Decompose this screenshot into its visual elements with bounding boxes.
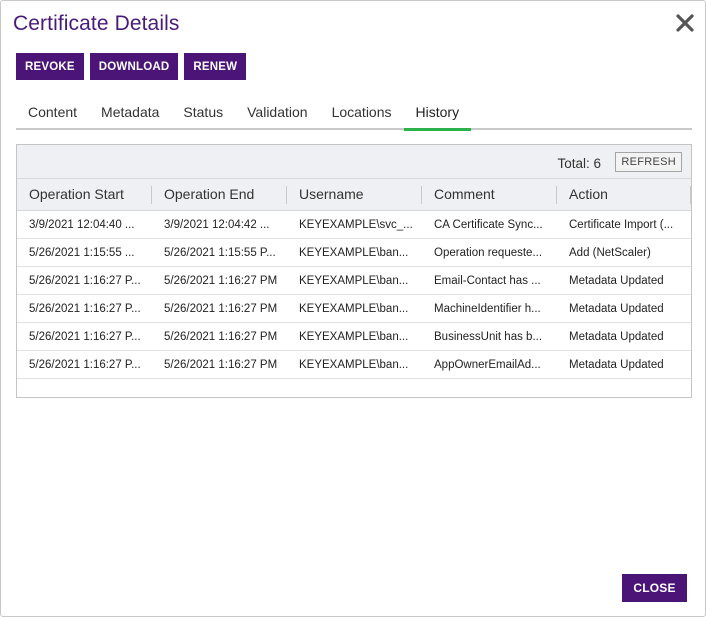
cell-action: Metadata Updated <box>569 303 664 315</box>
table-row[interactable]: 5/26/2021 1:16:27 P... 5/26/2021 1:16:27… <box>17 267 691 295</box>
revoke-button[interactable]: REVOKE <box>16 53 84 80</box>
cell-operation-start: 5/26/2021 1:16:27 P... <box>29 303 141 315</box>
tab-history[interactable]: History <box>403 99 472 131</box>
tab-content[interactable]: Content <box>16 99 89 128</box>
table-row[interactable]: 3/9/2021 12:04:40 ... 3/9/2021 12:04:42 … <box>17 211 691 239</box>
column-divider[interactable] <box>690 186 691 204</box>
cell-comment: Email-Contact has ... <box>434 275 541 287</box>
cell-username: KEYEXAMPLE\ban... <box>299 331 409 343</box>
tab-validation[interactable]: Validation <box>235 99 319 128</box>
table-row[interactable]: 5/26/2021 1:16:27 P... 5/26/2021 1:16:27… <box>17 323 691 351</box>
cell-operation-end: 5/26/2021 1:16:27 PM <box>164 303 278 315</box>
tab-status[interactable]: Status <box>171 99 235 128</box>
tab-locations[interactable]: Locations <box>320 99 404 128</box>
dialog-title: Certificate Details <box>13 12 180 35</box>
close-icon[interactable] <box>673 11 697 35</box>
action-toolbar: REVOKE DOWNLOAD RENEW <box>16 53 247 80</box>
cell-operation-end: 5/26/2021 1:16:27 PM <box>164 331 278 343</box>
column-header-operation-end[interactable]: Operation End <box>152 179 287 210</box>
cell-action: Metadata Updated <box>569 275 664 287</box>
column-header-comment[interactable]: Comment <box>422 179 557 210</box>
cell-comment: AppOwnerEmailAd... <box>434 359 541 371</box>
cell-operation-start: 3/9/2021 12:04:40 ... <box>29 219 135 231</box>
cell-comment: Operation requeste... <box>434 247 543 259</box>
cell-username: KEYEXAMPLE\ban... <box>299 303 409 315</box>
cell-username: KEYEXAMPLE\ban... <box>299 247 409 259</box>
cell-action: Metadata Updated <box>569 359 664 371</box>
tab-bar: Content Metadata Status Validation Locat… <box>16 99 692 131</box>
renew-button[interactable]: RENEW <box>184 53 247 80</box>
cell-username: KEYEXAMPLE\svc_... <box>299 219 413 231</box>
history-grid: Total: 6 REFRESH Operation Start Operati… <box>16 144 692 398</box>
cell-operation-end: 5/26/2021 1:16:27 PM <box>164 359 278 371</box>
column-header-action[interactable]: Action <box>557 179 691 210</box>
cell-username: KEYEXAMPLE\ban... <box>299 359 409 371</box>
cell-operation-start: 5/26/2021 1:15:55 ... <box>29 247 135 259</box>
column-headers: Operation Start Operation End Username C… <box>17 179 691 211</box>
cell-username: KEYEXAMPLE\ban... <box>299 275 409 287</box>
close-button[interactable]: CLOSE <box>622 574 687 602</box>
cell-comment: BusinessUnit has b... <box>434 331 543 343</box>
cell-action: Add (NetScaler) <box>569 247 651 259</box>
cell-action: Certificate Import (... <box>569 219 674 231</box>
total-count: Total: 6 <box>557 156 601 171</box>
cell-comment: MachineIdentifier h... <box>434 303 541 315</box>
cell-operation-end: 5/26/2021 1:16:27 PM <box>164 275 278 287</box>
cell-operation-end: 3/9/2021 12:04:42 ... <box>164 219 270 231</box>
grid-toolbar: Total: 6 REFRESH <box>17 145 691 179</box>
column-header-username[interactable]: Username <box>287 179 422 210</box>
tab-metadata[interactable]: Metadata <box>89 99 171 128</box>
cell-operation-start: 5/26/2021 1:16:27 P... <box>29 359 141 371</box>
cell-operation-start: 5/26/2021 1:16:27 P... <box>29 275 141 287</box>
column-header-operation-start[interactable]: Operation Start <box>17 179 152 210</box>
table-row[interactable]: 5/26/2021 1:15:55 ... 5/26/2021 1:15:55 … <box>17 239 691 267</box>
cell-operation-start: 5/26/2021 1:16:27 P... <box>29 331 141 343</box>
cell-comment: CA Certificate Sync... <box>434 219 543 231</box>
table-row[interactable]: 5/26/2021 1:16:27 P... 5/26/2021 1:16:27… <box>17 295 691 323</box>
table-row[interactable]: 5/26/2021 1:16:27 P... 5/26/2021 1:16:27… <box>17 351 691 379</box>
cell-action: Metadata Updated <box>569 331 664 343</box>
certificate-details-dialog: Certificate Details REVOKE DOWNLOAD RENE… <box>0 0 706 617</box>
download-button[interactable]: DOWNLOAD <box>89 53 179 80</box>
refresh-button[interactable]: REFRESH <box>615 152 682 172</box>
cell-operation-end: 5/26/2021 1:15:55 P... <box>164 247 276 259</box>
